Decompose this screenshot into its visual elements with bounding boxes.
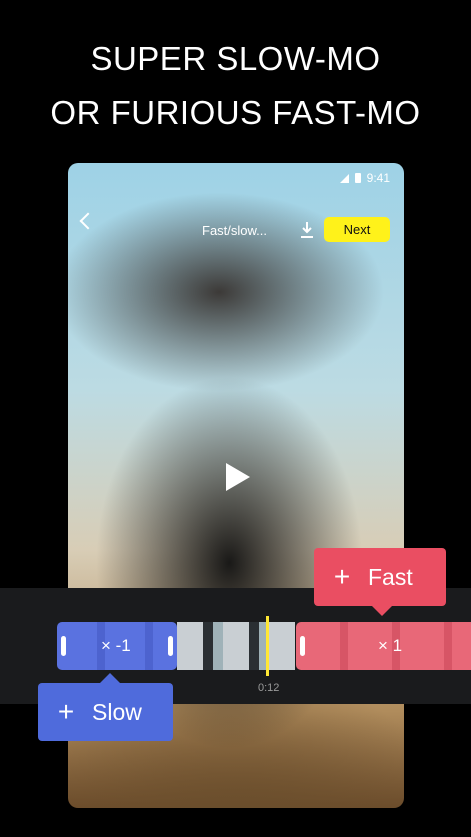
slow-segment[interactable]: × -1 (57, 622, 177, 670)
slow-button[interactable]: + Slow (38, 673, 173, 741)
fast-segment[interactable]: × 1 (296, 622, 471, 670)
download-icon[interactable] (300, 221, 314, 239)
fast-label: Fast (368, 563, 413, 590)
back-arrow-icon[interactable] (79, 212, 97, 230)
headline-line-1: SUPER SLOW-MO (90, 40, 381, 77)
plus-icon: + (57, 696, 75, 727)
editor-title: Fast/slow... (202, 223, 268, 238)
status-bar: 9:41 (339, 171, 390, 185)
timestamp: 0:12 (258, 682, 280, 694)
segment-handle-right[interactable] (168, 636, 173, 656)
play-icon[interactable] (226, 463, 250, 491)
headline-line-2: OR FURIOUS FAST-MO (50, 94, 421, 131)
signal-icon (339, 173, 349, 183)
segment-handle-left[interactable] (300, 636, 305, 656)
status-time: 9:41 (366, 171, 390, 185)
fast-button[interactable]: + Fast (314, 548, 446, 616)
battery-icon (354, 173, 361, 183)
slow-multiplier: × -1 (101, 636, 131, 655)
normal-segment[interactable] (177, 622, 295, 670)
slow-label: Slow (92, 698, 142, 725)
next-button[interactable]: Next (324, 217, 390, 242)
fast-multiplier: × 1 (378, 636, 403, 655)
segment-handle-left[interactable] (61, 636, 66, 656)
playhead[interactable] (266, 616, 269, 676)
plus-icon: + (333, 561, 351, 592)
